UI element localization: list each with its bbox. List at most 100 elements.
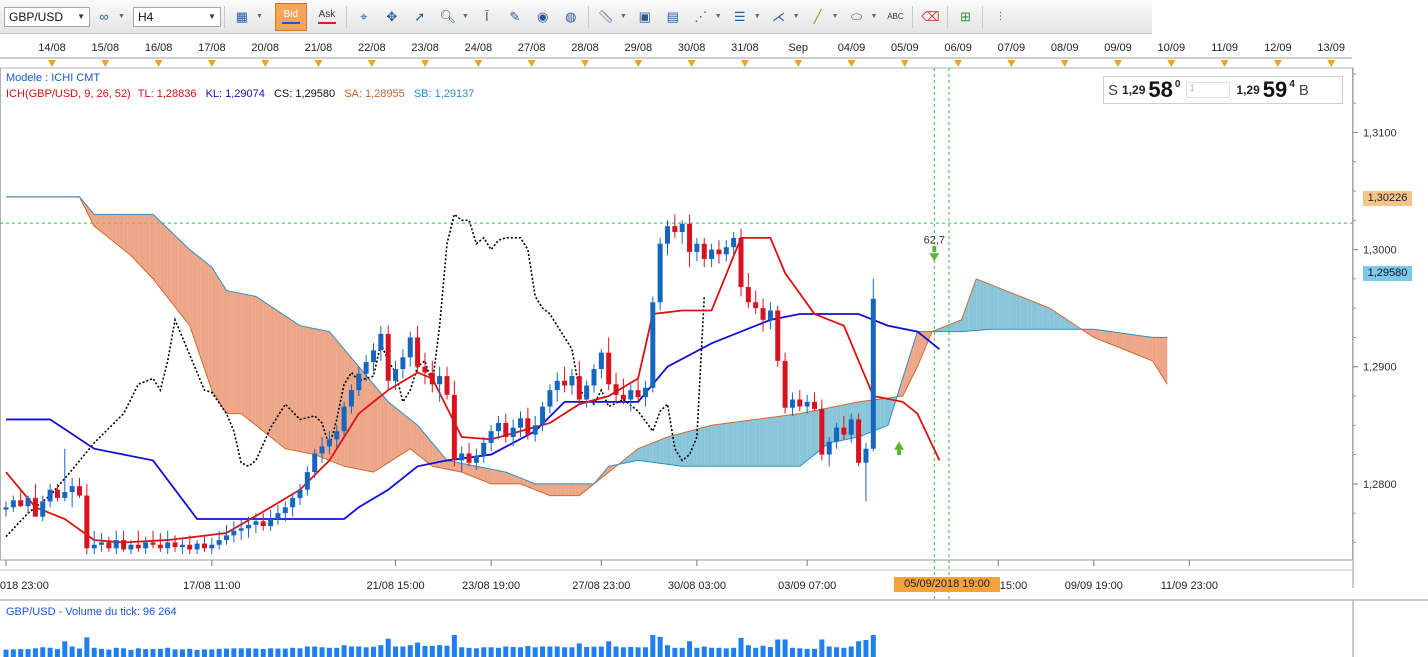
kumo-segment [726,422,730,467]
kumo-segment [825,407,830,446]
volume-bar [282,648,288,657]
kumo-segment [1119,332,1124,350]
volume-bar [275,648,281,657]
volume-bar [407,645,413,657]
fan-icon[interactable]: ⋌ [768,6,790,28]
kumo-segment [560,483,565,496]
pointer-icon[interactable]: ➚ [409,6,431,28]
kumo-segment [219,278,223,408]
chevron-down-icon[interactable]: ▼ [754,13,761,20]
quantity-input[interactable]: 1 [1186,82,1231,98]
hierarchy-icon[interactable]: ⊞ [954,6,976,28]
bid-button[interactable]: Bid [274,2,307,31]
kumo-segment [255,296,260,429]
chevron-down-icon[interactable]: ▼ [256,13,263,20]
volume-bar [393,646,399,657]
kumo-segment [755,418,760,467]
candle-body [10,500,16,508]
text-tool-icon[interactable]: ABC [884,6,906,28]
edit-icon[interactable]: ✎ [504,6,526,28]
volume-bar [834,647,840,657]
eye-icon[interactable]: ◉ [532,6,554,28]
ichimoku-chart[interactable]: 14/08 15/08 16/08 17/08 20/08 21/08 22/08 23/08… [0,36,1428,657]
top-date-label: 04/09 [838,42,866,54]
crosshair-icon[interactable]: ✥ [381,6,403,28]
kumo-segment [311,327,315,455]
candle-body [216,540,222,545]
ruler-icon[interactable]: 📏︎ [595,6,617,28]
candle-body [260,521,266,527]
candle-body [429,372,435,385]
kumo-segment [1001,289,1006,330]
chevron-down-icon: ▼ [77,12,85,21]
volume-bar [312,646,318,657]
chevron-down-icon[interactable]: ▼ [462,13,469,20]
chevron-down-icon[interactable]: ▼ [715,13,722,20]
fibonacci-icon[interactable]: ⋰ [690,6,712,28]
volume-bar [642,647,648,657]
chart-type-icon[interactable]: ▦ [231,6,253,28]
kumo-segment [167,228,172,303]
zoom-icon[interactable]: 🔍︎ [437,6,459,28]
kumo-segment [410,419,414,452]
candle-body [422,366,428,373]
kumo-segment [1126,333,1131,353]
legend-tl: TL: 1,28836 [137,88,197,100]
candle-body [165,542,171,549]
trendline-icon[interactable]: ╱ [807,6,829,28]
volume-bar [694,647,700,657]
volume-bar [731,647,737,657]
kumo-segment [645,444,650,462]
globe-icon[interactable]: ◍ [560,6,582,28]
volume-bar [687,641,693,657]
volume-bar [348,646,354,657]
volume-bar [77,648,82,657]
top-date-marker [581,60,589,67]
kumo-segment [134,214,139,264]
chevron-down-icon[interactable]: ▼ [871,13,878,20]
sell-button[interactable]: S [1108,82,1118,99]
chevron-down-icon[interactable]: ▼ [793,13,800,20]
candle-body [488,431,494,443]
quote-box: S 1,29 58 0 1 1,29 59 4 B [1103,76,1343,104]
symbol-value: GBP/USD [9,9,64,24]
chevron-down-icon[interactable]: ▼ [620,13,627,20]
top-date-label: 29/08 [625,42,653,54]
eraser-icon[interactable]: ⌫ [919,6,941,28]
symbol-select[interactable]: GBP/USD ▼ [4,6,90,27]
kumo-segment [1005,290,1010,330]
price-tag-upper: 1,30226 [1363,191,1412,206]
top-date-marker [367,60,376,67]
volume-bar [62,641,68,657]
volume-bar [121,648,127,657]
lines-icon[interactable]: ☰ [729,6,751,28]
kumo-segment [1016,294,1021,330]
chevron-down-icon[interactable]: ▼ [118,13,125,20]
kumo-segment [656,439,661,464]
kumo-segment [447,460,451,470]
kumo-segment [222,284,227,414]
cursor-icon[interactable]: ⌖ [353,6,375,28]
ellipse-icon[interactable]: ⬭ [846,6,868,28]
indicator-icon[interactable]: Ī [476,6,498,28]
kumo-segment [314,328,319,457]
volume-bar [532,647,538,657]
timeframe-select[interactable]: H4 ▼ [132,6,221,27]
buy-button[interactable]: B [1299,82,1309,99]
price-axis: 1,3100 1,3000 1,2900 1,2800 [1352,36,1428,657]
kumo-segment [729,422,734,467]
image-icon[interactable]: ▣ [634,6,656,28]
template-icon[interactable]: ▤ [662,6,684,28]
volume-bar [135,648,141,657]
kumo-segment [792,414,797,467]
top-date-label: 15/08 [92,42,120,54]
chevron-down-icon[interactable]: ▼ [832,13,839,20]
glasses-icon[interactable]: ∞ [93,6,115,28]
more-options-icon[interactable]: ⋮ [989,6,1011,28]
top-date-marker [48,60,56,67]
volume-bar [503,646,509,657]
kumo-segment [1020,296,1024,330]
volume-bar [848,646,854,657]
ask-button[interactable]: Ask [311,3,343,31]
kumo-segment [718,423,723,467]
